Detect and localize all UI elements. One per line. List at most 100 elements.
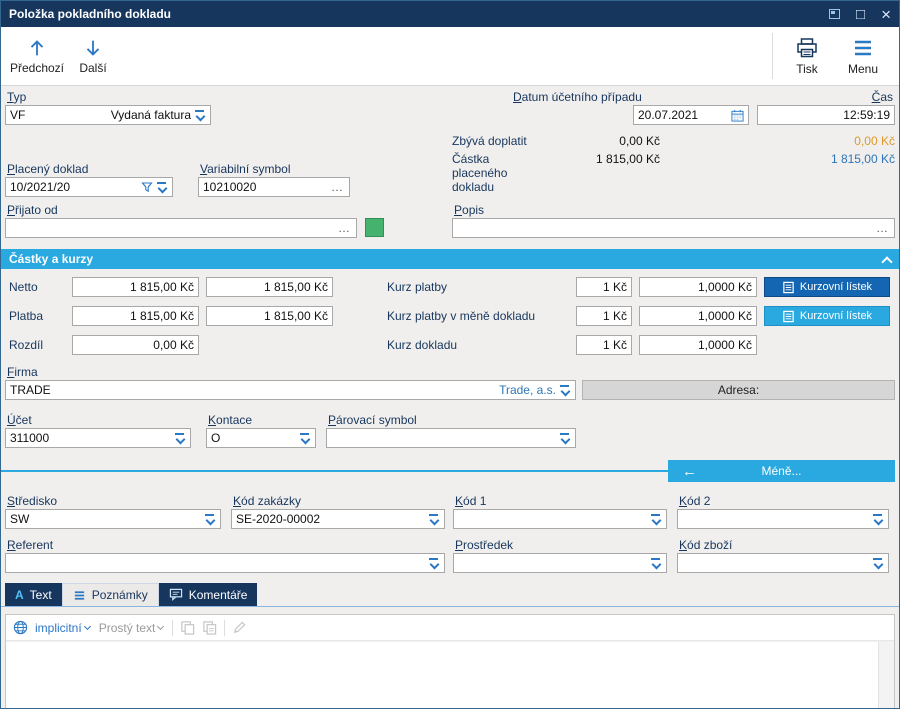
kontace-value: O [211, 431, 221, 445]
vertical-scrollbar[interactable] [878, 642, 894, 708]
variabilni-symbol-label: Variabilní symbol [200, 162, 291, 176]
edit-pencil-icon[interactable] [232, 620, 247, 635]
collapse-chevron-icon[interactable] [882, 255, 891, 264]
kod-zakazky-field[interactable]: SE-2020-00002 [231, 509, 445, 529]
chevron-down-icon [299, 432, 311, 444]
netto-field-1[interactable]: 1 815,00 Kč [72, 277, 199, 297]
parovaci-symbol-field[interactable] [326, 428, 576, 448]
window-title: Položka pokladního dokladu [9, 7, 172, 21]
printer-icon [797, 38, 817, 58]
prostredek-field[interactable] [453, 553, 667, 573]
section-divider-line [1, 470, 668, 472]
firma-field[interactable]: TRADE Trade, a.s. [5, 380, 576, 400]
stredisko-field[interactable]: SW [5, 509, 221, 529]
kurzovni-listek-label: Kurzovní lístek [799, 281, 873, 293]
kurz-dokladu-field-2[interactable]: 1,0000 Kč [639, 335, 757, 355]
kurzovni-listek-label: Kurzovní lístek [799, 310, 873, 322]
rozdil-label: Rozdíl [9, 338, 44, 352]
print-button[interactable]: Tisk [779, 29, 835, 83]
kod-zakazky-value: SE-2020-00002 [236, 512, 321, 526]
format-dropdown[interactable]: Prostý text [99, 621, 166, 635]
language-dropdown[interactable]: implicitní [35, 621, 92, 635]
kurz-dokladu-field-1[interactable]: 1 Kč [576, 335, 632, 355]
filter-funnel-icon [141, 182, 153, 193]
variabilni-symbol-value: 10210020 [203, 180, 257, 194]
netto-field-2[interactable]: 1 815,00 Kč [206, 277, 333, 297]
referent-label: Referent [7, 538, 54, 552]
chevron-down-icon [650, 557, 662, 569]
menu-label: Menu [847, 62, 879, 76]
chevron-down-icon [650, 513, 662, 525]
menu-button[interactable]: Menu [835, 29, 891, 83]
kurz-platby-field-2[interactable]: 1,0000 Kč [639, 277, 757, 297]
adresa-label: Adresa: [717, 383, 760, 397]
close-button[interactable] [881, 6, 891, 23]
kod-zbozi-field[interactable] [677, 553, 889, 573]
ellipsis-button[interactable] [336, 221, 352, 235]
stredisko-value: SW [10, 512, 30, 526]
paste-icon[interactable] [202, 620, 217, 635]
tab-poznamky[interactable]: Poznámky [61, 583, 159, 606]
chevron-down-icon [428, 557, 440, 569]
next-label: Další [79, 61, 107, 75]
ellipsis-button[interactable] [329, 180, 345, 194]
popis-field[interactable] [452, 218, 895, 238]
arrow-up-icon [30, 40, 44, 56]
kurzovni-listek-button-2[interactable]: Kurzovní lístek [764, 306, 890, 326]
datum-field[interactable]: 20.07.2021 [633, 105, 749, 125]
partner-green-button[interactable] [365, 218, 384, 237]
typ-field[interactable]: VF Vydaná faktura [5, 105, 211, 125]
kod1-field[interactable] [453, 509, 667, 529]
maximize-button[interactable] [856, 7, 865, 22]
previous-button[interactable]: Předchozí [9, 29, 65, 83]
netto-label: Netto [9, 280, 38, 294]
payment-summary: Zbývá doplatit 0,00 Kč 0,00 Kč Částka pl… [452, 134, 895, 197]
mene-row: Méně... [1, 460, 899, 482]
text-editor-panel: implicitní Prostý text [5, 614, 895, 708]
copy-icon[interactable] [180, 620, 195, 635]
account-row: Účet 311000 Kontace O Párovací symbol [1, 413, 899, 448]
tab-text[interactable]: Text [5, 583, 62, 606]
referent-field[interactable] [5, 553, 445, 573]
cas-field[interactable]: 12:59:19 [757, 105, 895, 125]
typ-name: Vydaná faktura [110, 108, 191, 122]
kurz-platby-mena-label: Kurz platby v měně dokladu [387, 309, 536, 323]
chevron-down-icon [156, 181, 168, 193]
adresa-button[interactable]: Adresa: [582, 380, 895, 400]
tab-komentare[interactable]: Komentáře [158, 583, 258, 606]
prijato-od-field[interactable] [5, 218, 357, 238]
dock-window-button[interactable] [829, 9, 840, 19]
chevron-down-icon [872, 557, 884, 569]
kurz-dokladu-value-2: 1,0000 Kč [697, 338, 752, 352]
editor-content[interactable] [6, 642, 878, 708]
comment-bubble-icon [169, 588, 182, 601]
variabilni-symbol-field[interactable]: 10210020 [198, 177, 350, 197]
tab-komentare-label: Komentáře [188, 587, 248, 602]
zbyva-doplatit-value1: 0,00 Kč [619, 134, 660, 148]
kurz-platby-field-1[interactable]: 1 Kč [576, 277, 632, 297]
cas-value: 12:59:19 [843, 108, 890, 122]
kod2-field[interactable] [677, 509, 889, 529]
kurzovni-listek-button-1[interactable]: Kurzovní lístek [764, 277, 890, 297]
kontace-field[interactable]: O [206, 428, 316, 448]
kurz-platby-mena-field-2[interactable]: 1,0000 Kč [639, 306, 757, 326]
kurz-platby-mena-field-1[interactable]: 1 Kč [576, 306, 632, 326]
ucet-field[interactable]: 311000 [5, 428, 191, 448]
editor-text-area[interactable] [6, 641, 894, 708]
stredisko-label: Středisko [7, 494, 58, 508]
next-button[interactable]: Další [65, 29, 121, 83]
text-a-icon [15, 588, 24, 602]
print-label: Tisk [796, 62, 818, 76]
tab-poznamky-label: Poznámky [91, 588, 148, 602]
datum-label: Datum účetního případu [513, 90, 642, 104]
cas-label: Čas [871, 90, 893, 104]
platba-field-2[interactable]: 1 815,00 Kč [206, 306, 333, 326]
placeny-doklad-field[interactable]: 10/2021/20 [5, 177, 173, 197]
rozdil-field-1[interactable]: 0,00 Kč [72, 335, 199, 355]
amounts-section-header[interactable]: Částky a kurzy [1, 249, 899, 269]
ellipsis-button[interactable] [874, 221, 890, 235]
amount-paid-row: Částka placeného dokladu 1 815,00 Kč 1 8… [452, 152, 895, 194]
mene-button[interactable]: Méně... [668, 460, 895, 482]
platba-field-1[interactable]: 1 815,00 Kč [72, 306, 199, 326]
chevron-down-icon [85, 624, 92, 631]
